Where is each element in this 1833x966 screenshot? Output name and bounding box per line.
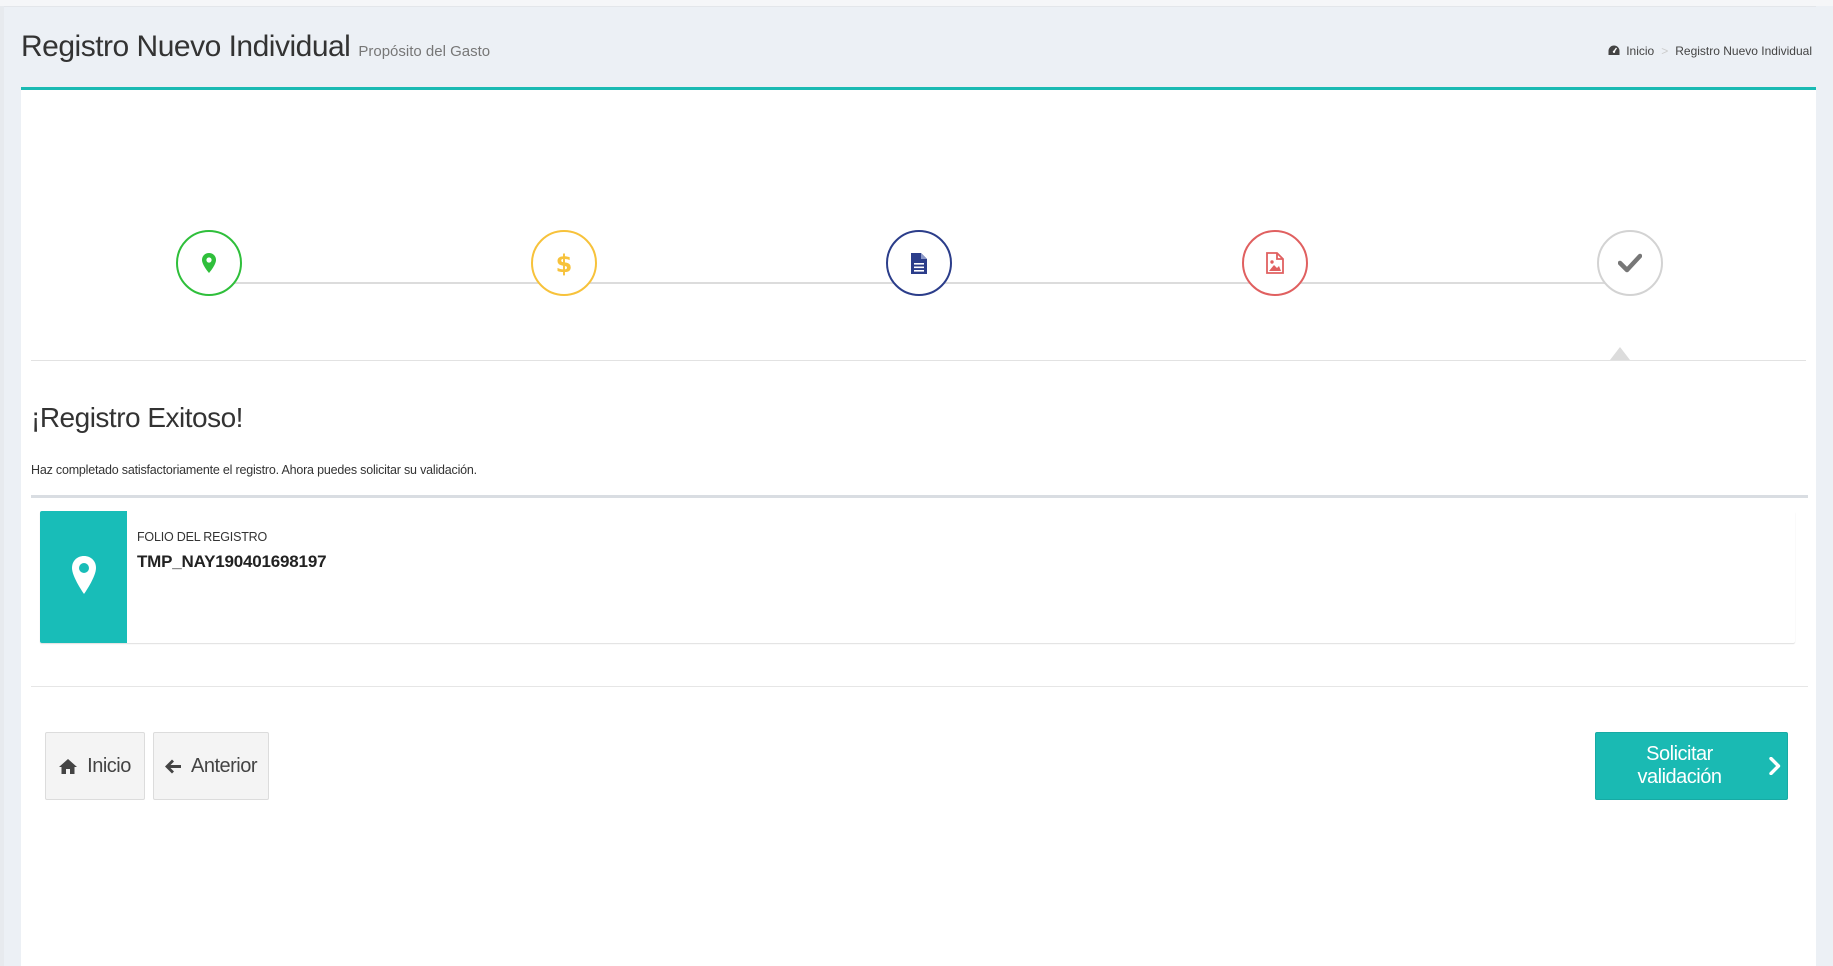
breadcrumb: Inicio > Registro Nuevo Individual [1608, 44, 1812, 59]
right-edge [1816, 6, 1833, 966]
active-step-indicator [1610, 347, 1630, 360]
folio-label: FOLIO DEL REGISTRO [137, 530, 267, 544]
file-icon [911, 252, 927, 274]
success-message: Haz completado satisfactoriamente el reg… [31, 463, 477, 477]
wizard-divider [31, 360, 1806, 361]
home-button-label: Inicio [87, 754, 131, 777]
info-box-icon [40, 511, 127, 643]
page-title-text: Registro Nuevo Individual [21, 30, 351, 63]
request-validation-label: Solicitar validación [1637, 743, 1722, 788]
content-wrapper: Registro Nuevo Individual Propósito del G… [0, 0, 1833, 966]
svg-text:$: $ [556, 250, 572, 277]
content-header: Registro Nuevo Individual Propósito del G… [21, 24, 1812, 84]
image-file-icon [1266, 252, 1284, 274]
map-marker-icon [202, 253, 216, 273]
footer-divider [31, 686, 1808, 687]
wizard-step-3[interactable] [886, 230, 952, 296]
arrow-left-icon [164, 759, 181, 774]
wizard-box: $ ¡Registro Exitoso! Haz completado sati… [21, 87, 1816, 966]
request-validation-button[interactable]: Solicitar validación [1595, 732, 1788, 800]
previous-button[interactable]: Anterior [153, 732, 269, 800]
section-divider [31, 495, 1808, 498]
check-icon [1618, 253, 1642, 273]
wizard-step-4[interactable] [1242, 230, 1308, 296]
home-icon [59, 758, 78, 774]
viewport: Registro Nuevo Individual Propósito del G… [0, 0, 1833, 966]
wizard-step-1[interactable] [176, 230, 242, 296]
success-title: ¡Registro Exitoso! [31, 402, 243, 433]
breadcrumb-separator: > [1661, 44, 1669, 58]
breadcrumb-home-link[interactable]: Inicio [1626, 44, 1654, 58]
wizard-step-2[interactable]: $ [531, 230, 597, 296]
page-subtitle: Propósito del Gasto [358, 43, 491, 60]
previous-button-label: Anterior [190, 754, 258, 777]
dollar-icon: $ [556, 249, 572, 277]
breadcrumb-current: Registro Nuevo Individual [1675, 44, 1812, 58]
page-title: Registro Nuevo Individual Propósito del G… [21, 30, 490, 64]
top-strip [0, 0, 1833, 7]
dashboard-icon [1608, 45, 1620, 59]
map-marker-icon [71, 555, 97, 600]
folio-info-box: FOLIO DEL REGISTRO TMP_NAY190401698197 [40, 511, 1795, 643]
wizard-steps: $ [31, 90, 1806, 366]
home-button[interactable]: Inicio [45, 732, 145, 800]
left-edge [0, 6, 4, 966]
folio-value: TMP_NAY190401698197 [137, 552, 327, 571]
chevron-right-icon [1769, 757, 1781, 775]
wizard-step-5[interactable] [1597, 230, 1663, 296]
